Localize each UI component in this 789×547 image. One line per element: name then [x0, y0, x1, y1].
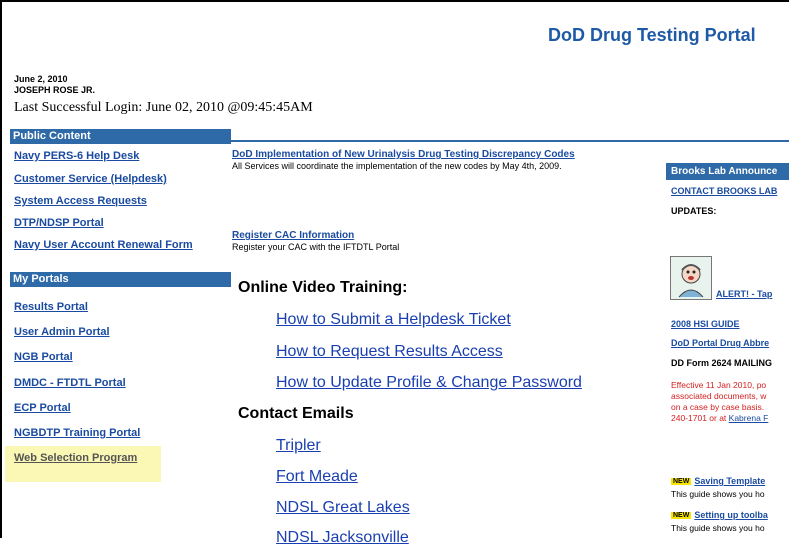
- public-content-header: Public Content: [10, 129, 231, 144]
- contact-brooks-lab-link[interactable]: CONTACT BROOKS LAB: [671, 186, 789, 196]
- alert-link[interactable]: ALERT! - Tap: [716, 289, 772, 299]
- sidebar-link-results-portal[interactable]: Results Portal: [14, 301, 88, 313]
- sidebar-link-navy-pers6-helpdesk[interactable]: Navy PERS-6 Help Desk: [14, 150, 139, 162]
- video-link-request-results-access[interactable]: How to Request Results Access: [276, 343, 503, 361]
- user-name: JOSEPH ROSE JR.: [14, 85, 96, 95]
- toolbar-desc: This guide shows you ho: [671, 523, 765, 533]
- announcement-line-3: on a case by case basis.: [671, 402, 765, 412]
- sidebar-link-navy-user-account-renewal[interactable]: Navy User Account Renewal Form: [14, 239, 193, 251]
- updates-label: UPDATES:: [671, 206, 717, 216]
- contact-link-tripler[interactable]: Tripler: [276, 437, 321, 455]
- drug-abbreviations-link[interactable]: DoD Portal Drug Abbre: [671, 338, 789, 348]
- news-desc-register-cac: Register your CAC with the IFTDTL Portal: [232, 242, 400, 252]
- sidebar-link-dmdc-ftdtl-portal[interactable]: DMDC - FTDTL Portal: [14, 377, 126, 389]
- news-link-register-cac[interactable]: Register CAC Information: [232, 230, 354, 241]
- sidebar-link-ecp-portal[interactable]: ECP Portal: [14, 402, 71, 414]
- setting-up-toolbar-link[interactable]: Setting up toolba: [694, 510, 768, 520]
- window-top-border: [0, 0, 789, 2]
- sidebar-link-web-selection-program[interactable]: Web Selection Program: [14, 452, 137, 464]
- saving-template-link[interactable]: Saving Template: [694, 476, 765, 486]
- portal-title: DoD Drug Testing Portal: [548, 25, 756, 45]
- sidebar-link-system-access-requests[interactable]: System Access Requests: [14, 195, 147, 207]
- announcement-line-1: Effective 11 Jan 2010, po: [671, 380, 767, 390]
- sidebar-link-ngb-portal[interactable]: NGB Portal: [14, 351, 73, 363]
- current-date: June 2, 2010: [14, 74, 68, 84]
- video-training-heading: Online Video Training:: [238, 279, 408, 296]
- video-link-update-profile[interactable]: How to Update Profile & Change Password: [276, 374, 582, 392]
- contact-link-ndsl-jacksonville[interactable]: NDSL Jacksonville: [276, 529, 409, 547]
- sidebar-link-dtp-ndsp-portal[interactable]: DTP/NDSP Portal: [14, 217, 104, 229]
- saving-template-row: NEW Saving Template: [671, 476, 789, 486]
- contact-link-fort-meade[interactable]: Fort Meade: [276, 468, 358, 486]
- announcement-line-4: 240-1701 or at Kabrena F: [671, 413, 789, 424]
- news-desc-discrepancy-codes: All Services will coordinate the impleme…: [232, 161, 562, 171]
- content-top-divider: [231, 140, 789, 142]
- news-link-discrepancy-codes[interactable]: DoD Implementation of New Urinalysis Dru…: [232, 149, 575, 160]
- sidebar-link-ngbdtp-training-portal[interactable]: NGBDTP Training Portal: [14, 427, 140, 439]
- contact-link-ndsl-great-lakes[interactable]: NDSL Great Lakes: [276, 499, 410, 517]
- new-badge: NEW: [671, 478, 692, 486]
- alert-cartoon-image: [670, 256, 712, 300]
- announcement-line-2: associated documents, w: [671, 391, 767, 401]
- sidebar-link-customer-service[interactable]: Customer Service (Helpdesk): [14, 173, 167, 185]
- sidebar-link-user-admin-portal[interactable]: User Admin Portal: [14, 326, 110, 338]
- announcement-line-4-text: 240-1701 or at: [671, 413, 729, 423]
- new-badge: NEW: [671, 512, 692, 520]
- brooks-lab-header: Brooks Lab Announce: [666, 163, 789, 180]
- toolbar-row: NEW Setting up toolba: [671, 510, 789, 520]
- hsi-guide-link[interactable]: 2008 HSI GUIDE: [671, 319, 789, 329]
- saving-template-desc: This guide shows you ho: [671, 489, 765, 499]
- video-link-helpdesk-ticket[interactable]: How to Submit a Helpdesk Ticket: [276, 311, 511, 329]
- dd-form-text: DD Form 2624 MAILING: [671, 358, 773, 368]
- contact-emails-heading: Contact Emails: [238, 405, 354, 422]
- window-left-border: [0, 0, 2, 538]
- last-login-text: Last Successful Login: June 02, 2010 @09…: [14, 100, 313, 115]
- kabrena-email-link[interactable]: Kabrena F: [729, 413, 769, 423]
- my-portals-header: My Portals: [10, 272, 231, 287]
